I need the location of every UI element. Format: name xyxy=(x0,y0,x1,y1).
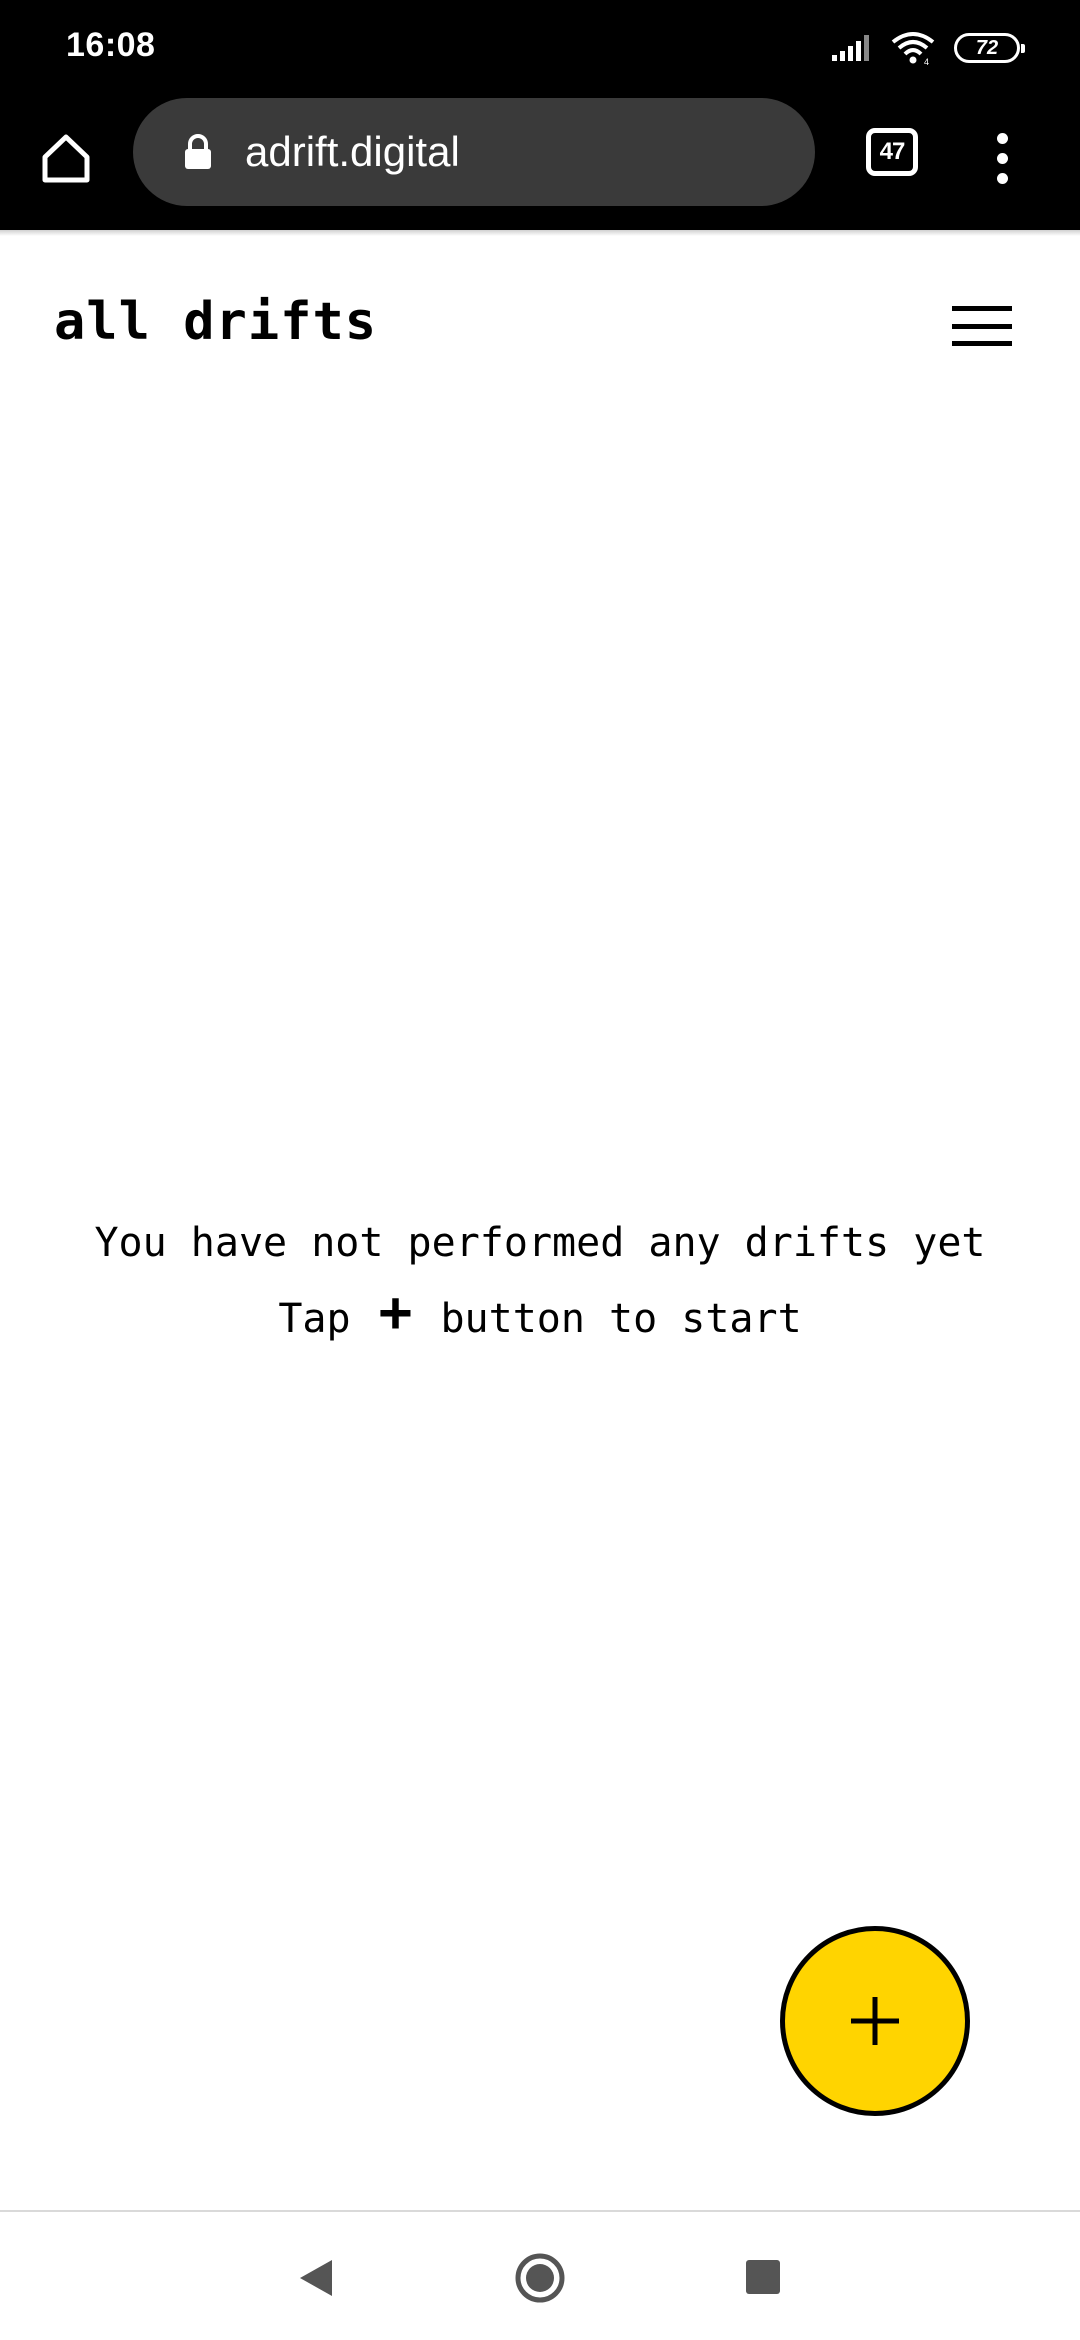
empty-state-button-text: button to start xyxy=(416,1296,802,1342)
url-bar[interactable]: adrift.digital xyxy=(133,98,815,206)
recents-icon[interactable] xyxy=(746,2260,780,2294)
signal-icon xyxy=(832,35,869,61)
url-text: adrift.digital xyxy=(245,128,460,175)
browser-menu-button[interactable] xyxy=(980,118,1024,198)
back-icon[interactable] xyxy=(296,2256,336,2300)
hamburger-menu-button[interactable] xyxy=(952,300,1016,352)
status-bar: 16:08 4 72 xyxy=(0,0,1080,96)
status-time: 16:08 xyxy=(66,26,156,64)
browser-home-button[interactable] xyxy=(26,118,106,198)
empty-state-line-2: Tap + button to start xyxy=(0,1281,1080,1357)
plus-icon xyxy=(851,1997,899,2045)
wifi-icon: 4 xyxy=(891,32,935,66)
hamburger-line xyxy=(952,323,1012,329)
screen: 16:08 4 72 adrift.digital 47 all drifts … xyxy=(0,0,1080,2340)
empty-state-tap-text: Tap xyxy=(278,1296,375,1342)
tab-count: 47 xyxy=(879,138,906,165)
empty-state-line-1: You have not performed any drifts yet xyxy=(94,1220,986,1266)
hamburger-line xyxy=(952,306,1012,311)
battery-icon: 72 xyxy=(954,33,1025,63)
browser-toolbar: adrift.digital 47 xyxy=(0,96,1080,230)
add-drift-button[interactable] xyxy=(780,1926,970,2116)
nav-home-icon[interactable] xyxy=(514,2252,566,2304)
menu-dot xyxy=(996,172,1008,184)
menu-dot xyxy=(996,132,1008,144)
status-icons: 4 72 xyxy=(830,28,1025,68)
hamburger-line xyxy=(952,341,1012,346)
tab-switcher-button[interactable]: 47 xyxy=(866,128,918,176)
inline-plus-icon: + xyxy=(378,1280,413,1345)
menu-dot xyxy=(996,152,1008,164)
system-nav-bar xyxy=(0,2210,1080,2340)
home-icon xyxy=(42,134,90,183)
battery-level: 72 xyxy=(975,36,999,59)
page-title: all drifts xyxy=(54,292,378,352)
empty-state-message: You have not performed any drifts yet Ta… xyxy=(0,1205,1080,1357)
svg-text:4: 4 xyxy=(924,57,929,66)
lock-icon xyxy=(181,132,215,172)
toolbar-shadow xyxy=(0,230,1080,236)
